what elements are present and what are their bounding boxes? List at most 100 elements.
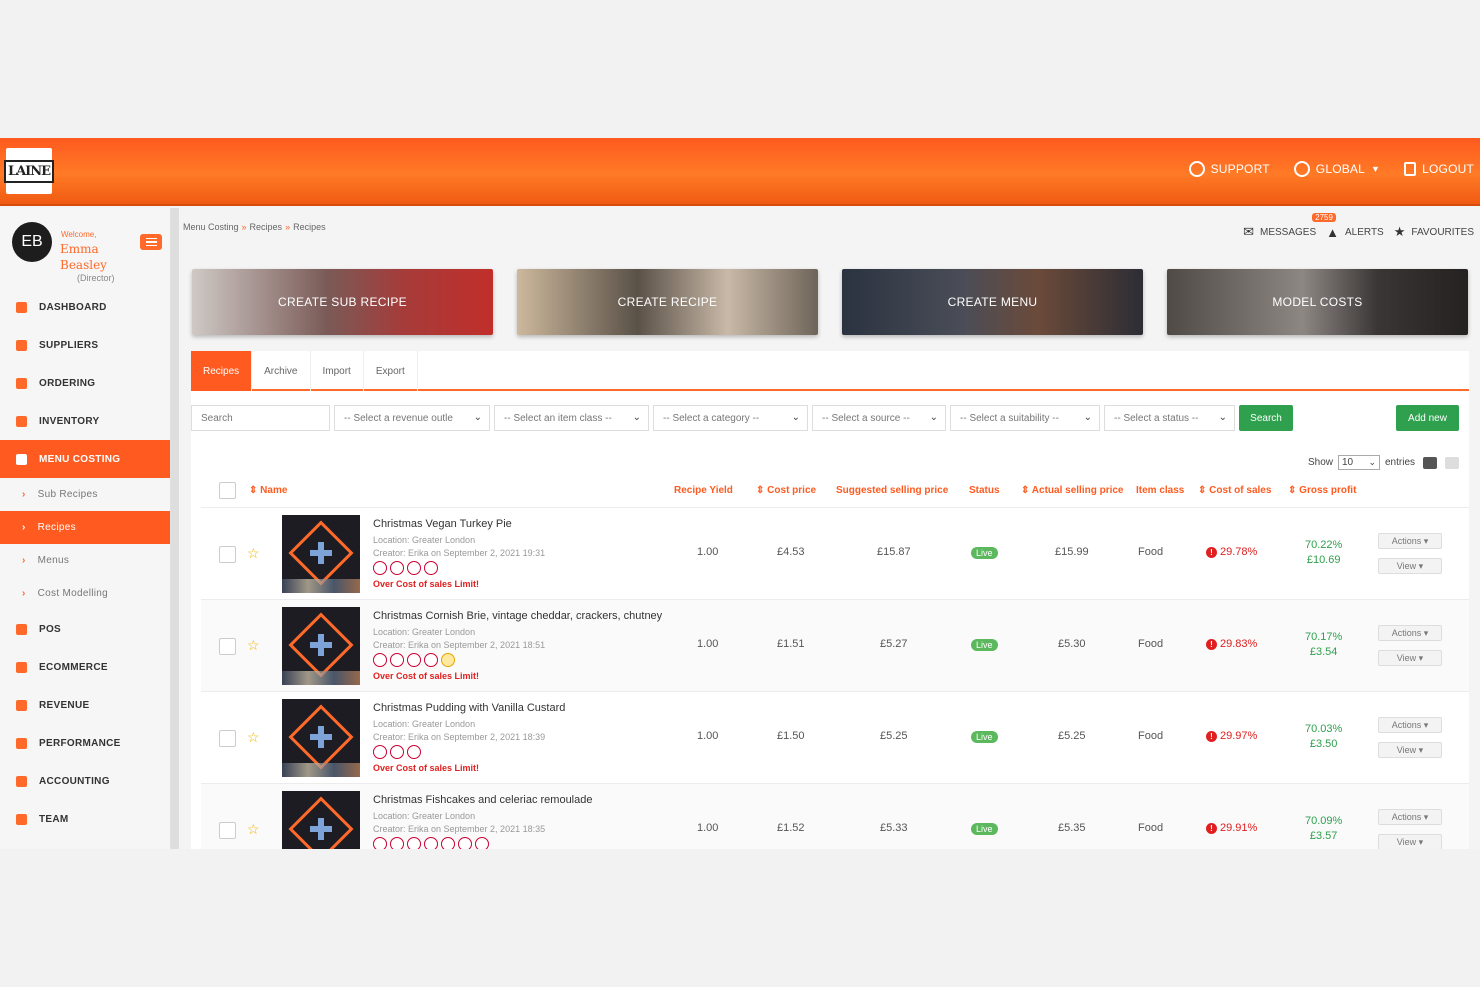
sidebar-item-label: REVENUE [39, 699, 90, 711]
allergen-icon [390, 561, 404, 575]
select-value: -- Select a category -- [663, 412, 760, 424]
avatar[interactable]: EB [12, 222, 52, 262]
sidebar-item-inventory[interactable]: INVENTORY [0, 402, 170, 440]
cost-of-sales: ! 29.97% [1206, 730, 1257, 742]
search-button[interactable]: Search [1239, 405, 1293, 431]
sidebar-item-menus[interactable]: › Menus [0, 544, 170, 577]
add-new-button[interactable]: Add new [1396, 405, 1459, 431]
header-links: ✉ MESSAGES 2759 ▲ ALERTS ★ FAVOURITES [1243, 212, 1474, 240]
tab-import[interactable]: Import [311, 351, 364, 391]
breadcrumb-item[interactable]: Menu Costing [183, 222, 239, 232]
category-select[interactable]: -- Select a category -- ⌄ [653, 405, 808, 431]
gross-profit-value: £3.57 [1309, 830, 1338, 842]
menu-toggle-button[interactable] [140, 234, 162, 250]
favourite-star-icon[interactable]: ☆ [247, 821, 260, 838]
recipe-thumbnail[interactable] [282, 607, 360, 685]
gross-profit: 70.22% £10.69 [1305, 538, 1342, 568]
row-checkbox[interactable] [219, 730, 236, 747]
sidebar-item-team[interactable]: TEAM [0, 800, 170, 838]
view-dropdown[interactable]: View ▾ [1378, 650, 1442, 666]
chevron-down-icon: ⌄ [1368, 457, 1376, 467]
select-value: -- Select a source -- [822, 412, 910, 424]
sidebar-item-performance[interactable]: PERFORMANCE [0, 724, 170, 762]
global-menu[interactable]: GLOBAL ▼ [1293, 161, 1380, 177]
create-recipe-tile[interactable]: CREATE RECIPE [517, 269, 818, 335]
sidebar-item-suppliers[interactable]: SUPPLIERS [0, 326, 170, 364]
cost-of-sales-value: 29.97% [1220, 730, 1258, 742]
view-dropdown[interactable]: View ▾ [1378, 558, 1442, 574]
status-select[interactable]: -- Select a status -- ⌄ [1104, 405, 1235, 431]
support-link[interactable]: SUPPORT [1188, 161, 1270, 177]
recipe-thumbnail[interactable] [282, 515, 360, 593]
recipe-name[interactable]: Christmas Fishcakes and celeriac remoula… [373, 794, 592, 806]
suggested-price: £5.33 [880, 822, 908, 834]
revenue-outlet-select[interactable]: -- Select a revenue outle ⌄ [334, 405, 490, 431]
sidebar-item-ecommerce[interactable]: ECOMMERCE [0, 648, 170, 686]
create-sub-recipe-tile[interactable]: CREATE SUB RECIPE [192, 269, 493, 335]
view-dropdown[interactable]: View ▾ [1378, 834, 1442, 849]
column-cost[interactable]: ⇕ Cost price [756, 485, 816, 496]
list-view-icon[interactable] [1423, 456, 1437, 469]
recipe-name[interactable]: Christmas Pudding with Vanilla Custard [373, 702, 565, 714]
cost-warning: Over Cost of sales Limit! [373, 579, 480, 589]
sidebar-item-pos[interactable]: POS [0, 610, 170, 648]
grid-view-icon[interactable] [1445, 456, 1459, 469]
favourites-link[interactable]: ★ FAVOURITES [1394, 224, 1474, 240]
create-menu-tile[interactable]: CREATE MENU [842, 269, 1143, 335]
alert-icon: ! [1206, 546, 1217, 558]
sidebar-item-recipes[interactable]: › Recipes [0, 511, 170, 544]
recipe-thumbnail[interactable] [282, 699, 360, 777]
tab-export[interactable]: Export [364, 351, 418, 391]
select-all-checkbox[interactable] [219, 482, 236, 499]
row-checkbox[interactable] [219, 638, 236, 655]
cost-of-sales: ! 29.78% [1206, 546, 1257, 558]
allergen-icon [458, 837, 472, 849]
page-size-select[interactable]: 10 ⌄ [1337, 455, 1380, 470]
sidebar-item-sub-recipes[interactable]: › Sub Recipes [0, 478, 170, 511]
actions-dropdown[interactable]: Actions ▾ [1378, 809, 1442, 825]
logout-link[interactable]: LOGOUT [1404, 161, 1474, 177]
alerts-link[interactable]: 2759 ▲ ALERTS [1312, 212, 1384, 240]
row-checkbox[interactable] [219, 546, 236, 563]
sidebar-item-menu-costing[interactable]: MENU COSTING [0, 440, 170, 478]
messages-link[interactable]: ✉ MESSAGES [1243, 224, 1316, 240]
top-nav: SUPPORT GLOBAL ▼ LOGOUT [1188, 161, 1474, 177]
gross-profit: 70.03% £3.50 [1305, 722, 1342, 752]
column-cost-of-sales[interactable]: ⇕ Cost of sales [1198, 485, 1271, 496]
item-class-select[interactable]: -- Select an item class -- ⌄ [494, 405, 649, 431]
logo[interactable]: LAINE [3, 148, 55, 194]
actions-dropdown[interactable]: Actions ▾ [1378, 625, 1442, 641]
search-input[interactable]: Search [191, 405, 330, 431]
favourite-star-icon[interactable]: ☆ [247, 637, 260, 654]
source-select[interactable]: -- Select a source -- ⌄ [812, 405, 946, 431]
column-actual[interactable]: ⇕ Actual selling price [1021, 485, 1124, 496]
recipe-name[interactable]: Christmas Cornish Brie, vintage cheddar,… [373, 610, 662, 622]
recipe-name[interactable]: Christmas Vegan Turkey Pie [373, 518, 512, 530]
actual-price: £5.25 [1058, 730, 1086, 742]
favourite-star-icon[interactable]: ☆ [247, 729, 260, 746]
sidebar-scrollbar[interactable] [171, 208, 179, 849]
sidebar-item-revenue[interactable]: REVENUE [0, 686, 170, 724]
recipe-thumbnail[interactable] [282, 791, 360, 849]
tab-recipes[interactable]: Recipes [191, 351, 253, 391]
suggested-price: £5.25 [880, 730, 908, 742]
actions-dropdown[interactable]: Actions ▾ [1378, 717, 1442, 733]
row-checkbox[interactable] [219, 822, 236, 839]
suitability-select[interactable]: -- Select a suitability -- ⌄ [950, 405, 1100, 431]
column-name[interactable]: ⇕ Name [249, 485, 287, 496]
sidebar-item-cost-modelling[interactable]: › Cost Modelling [0, 577, 170, 610]
tab-archive[interactable]: Archive [252, 351, 311, 391]
recipe-location: Location: Greater London [373, 719, 476, 729]
sidebar-item-ordering[interactable]: ORDERING [0, 364, 170, 402]
column-gross-profit[interactable]: ⇕ Gross profit [1288, 485, 1356, 496]
item-class: Food [1138, 822, 1164, 834]
breadcrumb-item[interactable]: Recipes [250, 222, 283, 232]
favourite-star-icon[interactable]: ☆ [247, 545, 260, 562]
select-value: -- Select a suitability -- [960, 412, 1059, 424]
entries-label: entries [1384, 457, 1415, 468]
sidebar-item-accounting[interactable]: ACCOUNTING [0, 762, 170, 800]
model-costs-tile[interactable]: MODEL COSTS [1167, 269, 1468, 335]
sidebar-item-dashboard[interactable]: DASHBOARD [0, 288, 170, 326]
actions-dropdown[interactable]: Actions ▾ [1378, 533, 1442, 549]
view-dropdown[interactable]: View ▾ [1378, 742, 1442, 758]
